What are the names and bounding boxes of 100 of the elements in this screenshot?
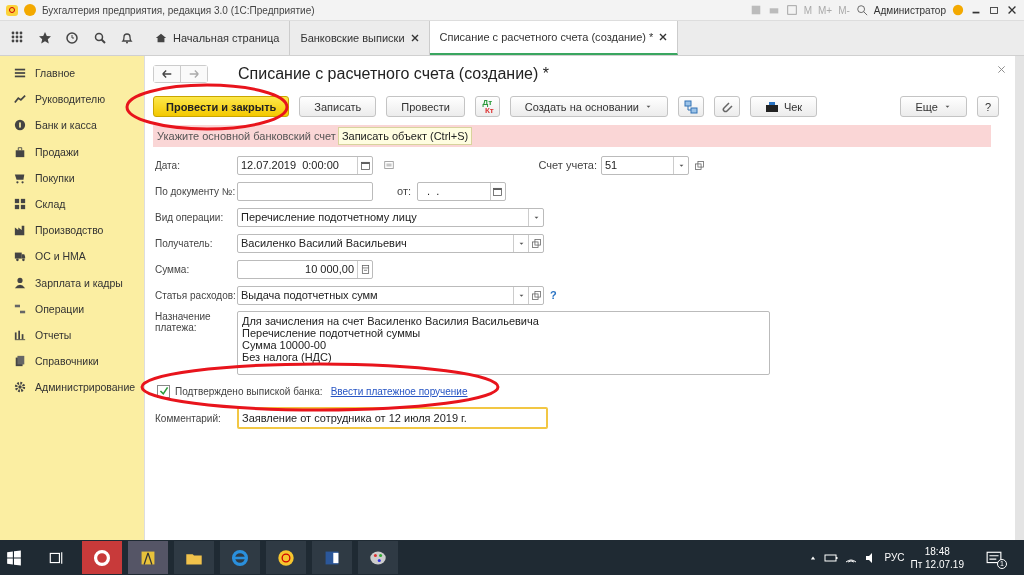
list-icon <box>14 67 26 80</box>
field-label: Комментарий: <box>155 412 222 424</box>
toolbar-button[interactable]: Записать <box>299 96 377 117</box>
payment-purpose-field[interactable]: Для зачисления на счет Василенко Василия Васильевича Перечисление подотчетной суммы Сумма 10000-00 Без налога (НДС) <box>237 311 770 375</box>
taskbar-app[interactable] <box>358 541 398 574</box>
structure-button[interactable] <box>677 96 704 117</box>
checkbox-label: Подтверждено выпиской банка: <box>175 385 323 397</box>
amount-field[interactable]: 10 000,00 <box>237 259 373 279</box>
back-arrow-icon <box>161 68 173 80</box>
language-indicator[interactable]: РУС <box>884 552 905 563</box>
sidebar-item[interactable]: Справочники <box>0 348 144 375</box>
close-icon[interactable] <box>1006 4 1018 16</box>
help-link[interactable]: ? <box>550 289 557 301</box>
scrollbar[interactable] <box>1015 56 1024 540</box>
structure-icon <box>683 99 698 114</box>
field-label: Дата: <box>155 159 181 171</box>
user-name[interactable]: Администратор <box>873 4 946 16</box>
open-icon <box>693 159 705 171</box>
history-icon[interactable] <box>65 31 80 45</box>
receipt-button[interactable]: Чек <box>749 96 818 117</box>
sidebar-item[interactable]: Продажи <box>0 138 144 165</box>
bar-chart-icon <box>14 328 26 341</box>
more-button[interactable]: Еще <box>900 96 967 117</box>
window-title: Бухгалтерия предприятия, редакция 3.0 (1С:Предприятие) <box>42 4 315 16</box>
calendar-icon <box>492 185 504 197</box>
date-field[interactable]: 12.07.2019 0:00:00 <box>237 155 373 175</box>
date-field[interactable]: . . <box>417 181 506 201</box>
sidebar-item[interactable]: Главное <box>0 60 144 87</box>
gear-icon <box>14 381 26 394</box>
warning-message: Укажите основной банковский счет <box>157 130 336 142</box>
factory-icon <box>14 224 26 237</box>
books-icon <box>14 355 26 368</box>
open-icon <box>530 237 542 249</box>
field-label: Статья расходов: <box>155 289 237 301</box>
tab[interactable]: Списание с расчетного счета (создание) * <box>429 21 679 55</box>
apps-grid-icon[interactable] <box>10 31 25 45</box>
person-icon <box>14 276 26 289</box>
toolbar-button[interactable]: Провести <box>386 96 465 117</box>
sidebar-item[interactable]: Покупки <box>0 164 144 191</box>
attach-button[interactable] <box>713 96 740 117</box>
trend-icon <box>14 93 26 106</box>
post-and-close-button[interactable]: Провести и закрыть <box>153 96 290 117</box>
taskbar-app[interactable] <box>82 541 122 574</box>
star-icon[interactable] <box>38 31 53 45</box>
select-field[interactable]: Выдача подотчетных сумм <box>237 285 544 305</box>
start-icon[interactable] <box>6 549 22 566</box>
select-field[interactable]: 51 <box>601 155 689 175</box>
sidebar-item[interactable]: Операции <box>0 295 144 322</box>
sidebar-item[interactable]: Руководителю <box>0 86 144 113</box>
checkbox[interactable] <box>157 384 170 398</box>
open-icon <box>530 289 542 301</box>
tab-close-icon[interactable] <box>659 33 668 41</box>
calendar-icon <box>359 159 371 171</box>
app-logo-icon[interactable] <box>6 4 18 16</box>
field-label: Получатель: <box>155 237 214 249</box>
payment-order-link[interactable]: Ввести платежное поручение <box>330 385 468 397</box>
tooltip: Записать объект (Ctrl+S) <box>337 127 473 145</box>
search-icon[interactable] <box>92 31 107 45</box>
clock[interactable]: 18:48 Пт 12.07.19 <box>910 544 964 571</box>
zoom-icon[interactable] <box>855 4 868 16</box>
field-label: Вид операции: <box>155 211 225 223</box>
bag-icon <box>14 145 26 158</box>
field-label: от: <box>397 185 411 197</box>
back-button[interactable] <box>154 66 181 82</box>
grid-icon <box>14 198 26 211</box>
calculator-icon <box>359 263 371 275</box>
printer-icon <box>764 99 779 114</box>
task-view-icon[interactable] <box>48 549 64 566</box>
taskbar-app[interactable] <box>266 541 306 574</box>
forward-arrow-icon <box>188 68 200 80</box>
check-icon <box>158 386 169 396</box>
field-label: Назначение платежа: <box>155 311 212 333</box>
field-label: По документу №: <box>155 185 237 197</box>
help-button[interactable]: ? <box>976 96 999 117</box>
ring-icon <box>93 548 111 567</box>
sidebar-item[interactable]: Зарплата и кадры <box>0 269 144 296</box>
message-icon <box>986 549 1002 566</box>
input-field[interactable] <box>237 181 373 201</box>
sidebar-item[interactable]: Администрирование <box>0 374 144 401</box>
sidebar-item[interactable]: ОС и НМА <box>0 243 144 270</box>
form-title: Списание с расчетного счета (создание) * <box>238 65 549 83</box>
comment-field[interactable]: Заявление от сотрудника от 12 июля 2019 г. <box>237 407 548 429</box>
select-field[interactable]: Василенко Василий Васильевич <box>237 233 544 253</box>
truck-icon <box>14 250 26 263</box>
field-label: Сумма: <box>155 263 191 275</box>
tab-close-icon[interactable] <box>410 34 419 42</box>
field-label: Счет учета: <box>538 159 597 171</box>
sidebar-item[interactable]: Склад <box>0 190 144 218</box>
coin-icon <box>14 119 26 132</box>
sidebar-item[interactable]: Производство <box>0 217 144 244</box>
sidebar-item[interactable]: Отчеты <box>0 321 144 349</box>
taskbar-app[interactable] <box>174 541 214 574</box>
create-based-on-button[interactable]: Создать на основании <box>509 96 668 117</box>
sidebar-item[interactable]: Банк и касса <box>0 112 144 139</box>
bell-icon[interactable] <box>120 31 135 45</box>
restore-icon[interactable] <box>988 4 1000 16</box>
entries-button[interactable]: Дт Кт <box>475 96 500 117</box>
taskbar-app[interactable] <box>312 541 352 574</box>
app-icon <box>277 548 295 567</box>
select-field[interactable]: Перечисление подотчетному лицу <box>237 207 544 227</box>
